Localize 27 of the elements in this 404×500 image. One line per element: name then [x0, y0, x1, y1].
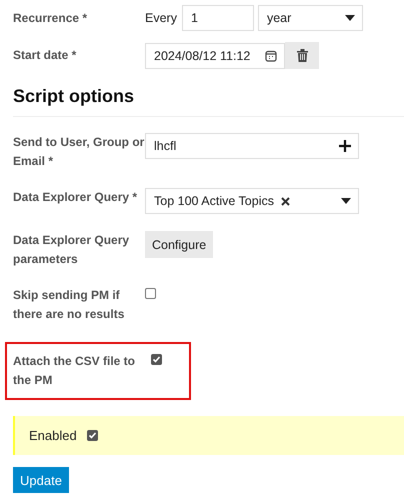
caret-icon [341, 198, 351, 204]
plus-icon[interactable] [339, 140, 351, 152]
field-label: Send to User, Group or Email * [13, 134, 145, 170]
delete-button[interactable] [285, 42, 319, 69]
configure-button[interactable]: Configure [145, 231, 214, 258]
unit-select[interactable]: year [258, 5, 363, 31]
trash-icon [296, 49, 308, 62]
every-label: Every [145, 11, 177, 25]
field-label: Start date * [13, 47, 78, 64]
checkbox[interactable] [86, 430, 98, 441]
interval-field[interactable]: 1 [182, 5, 254, 31]
date-field[interactable]: 2024/08/12 11:12 [145, 42, 285, 68]
remove-icon[interactable] [280, 196, 290, 206]
field-label: Data Explorer Query * [13, 189, 138, 206]
section-heading: Script options [13, 85, 135, 108]
update-button[interactable]: Update [13, 467, 69, 493]
field-label: Data Explorer Query parameters [13, 232, 130, 268]
field-label: Skip sending PM if there are no results [13, 287, 126, 323]
query-select[interactable]: Top 100 Active Topics [145, 188, 359, 214]
enabled-label: Enabled [29, 428, 77, 443]
caret-icon [344, 15, 355, 21]
field-label: Attach the CSV file to the PM [13, 353, 136, 389]
calendar-icon[interactable] [265, 50, 277, 62]
checkbox[interactable] [151, 354, 162, 365]
checkbox[interactable] [145, 288, 156, 299]
field-label: Recurrence * [13, 10, 88, 27]
user-field[interactable]: lhcfl [145, 133, 359, 159]
